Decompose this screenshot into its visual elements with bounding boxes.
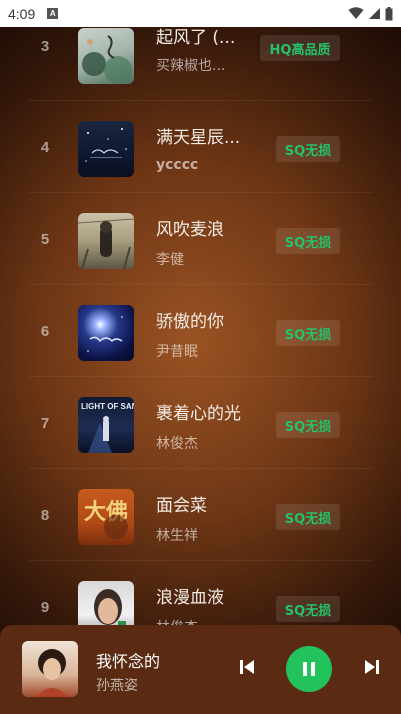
album-cover-fengchuimailang-icon[interactable]: [78, 213, 134, 269]
cover-art: LIGHT OF SANCTUARY: [81, 402, 134, 453]
track-row[interactable]: 8 大佛 面会菜 林生祥 SQ无损: [0, 469, 401, 561]
skip-previous-icon[interactable]: [237, 657, 257, 677]
track-rank: 5: [40, 231, 50, 248]
track-row[interactable]: 6 骄傲的你 尹昔眠 SQ无损: [0, 285, 401, 377]
track-list[interactable]: 3 起风了 (... 买辣椒也... HQ高品质 4 满天星辰... ycccc…: [0, 27, 401, 625]
signal-icon: [369, 8, 380, 19]
quality-badge: SQ无损: [276, 504, 340, 530]
album-cover-light-of-sanctuary-icon[interactable]: LIGHT OF SANCTUARY: [78, 397, 134, 453]
track-artist: 林俊杰: [156, 617, 198, 625]
album-cover-jiaoaodeni-icon[interactable]: [78, 305, 134, 361]
track-row[interactable]: 5 风吹麦浪 李健 SQ无损: [0, 193, 401, 285]
status-time: 4:09: [8, 5, 36, 22]
pause-button[interactable]: [286, 646, 332, 692]
track-title: 面会菜: [156, 496, 207, 516]
track-artist: 林俊杰: [156, 436, 198, 452]
track-artist: ycccc: [156, 157, 199, 173]
album-cover-qifengle-icon[interactable]: [78, 28, 134, 84]
now-playing-artist: 孙燕姿: [96, 678, 138, 694]
cover-art: [82, 35, 132, 84]
track-title: 满天星辰...: [156, 128, 241, 148]
cover-art: [85, 128, 127, 162]
notification-a-icon: A: [47, 8, 59, 19]
track-title: 起风了 (...: [156, 28, 236, 48]
quality-badge: SQ无损: [276, 136, 340, 162]
track-artist: 买辣椒也...: [156, 58, 226, 74]
quality-badge: SQ无损: [276, 596, 340, 622]
status-icons: [348, 6, 393, 21]
quality-badge: SQ无损: [276, 412, 340, 438]
track-title: 浪漫血液: [156, 588, 224, 608]
track-artist: 尹昔眠: [156, 344, 198, 360]
track-rank: 3: [40, 38, 50, 55]
track-rank: 6: [40, 323, 50, 340]
status-bar: 4:09 A: [0, 0, 401, 27]
skip-next-icon[interactable]: [362, 657, 382, 677]
track-rank: 4: [40, 139, 50, 156]
track-title: 风吹麦浪: [156, 220, 224, 240]
track-title: 骄傲的你: [156, 312, 224, 332]
album-cover-langmanxueye-icon[interactable]: [78, 581, 134, 625]
wifi-icon: [348, 7, 364, 19]
track-artist: 林生祥: [156, 528, 198, 544]
battery-icon: [385, 6, 393, 20]
album-cover-mantianxingchen-icon[interactable]: [78, 121, 134, 177]
track-rank: 8: [40, 507, 50, 524]
quality-badge: HQ高品质: [260, 35, 340, 61]
mini-player[interactable]: 我怀念的 孙燕姿: [0, 625, 401, 714]
now-playing-title: 我怀念的: [96, 652, 161, 671]
cover-art: [94, 589, 126, 625]
cover-text: LIGHT OF SANCTUARY: [81, 402, 134, 411]
cover-art: [87, 316, 123, 352]
cover-art: [36, 649, 68, 697]
track-row[interactable]: 9 浪漫血液 林俊杰 SQ无损: [0, 561, 401, 625]
track-row[interactable]: 7 LIGHT OF SANCTUARY 裹着心的光 林俊杰 SQ无损: [0, 377, 401, 469]
quality-badge: SQ无损: [276, 228, 340, 254]
track-rank: 9: [40, 599, 50, 616]
now-playing-cover-icon[interactable]: [22, 641, 78, 697]
album-cover-mianhuicai-icon[interactable]: 大佛: [78, 489, 134, 545]
cover-art: [78, 218, 134, 269]
track-title: 裹着心的光: [156, 404, 241, 424]
quality-badge: SQ无损: [276, 320, 340, 346]
track-row[interactable]: 4 满天星辰... ycccc SQ无损: [0, 101, 401, 193]
track-rank: 7: [40, 415, 50, 432]
pause-icon: [303, 662, 315, 676]
cover-art: 大佛: [84, 500, 128, 539]
track-artist: 李健: [156, 252, 184, 268]
track-row[interactable]: 3 起风了 (... 买辣椒也... HQ高品质: [0, 27, 401, 101]
